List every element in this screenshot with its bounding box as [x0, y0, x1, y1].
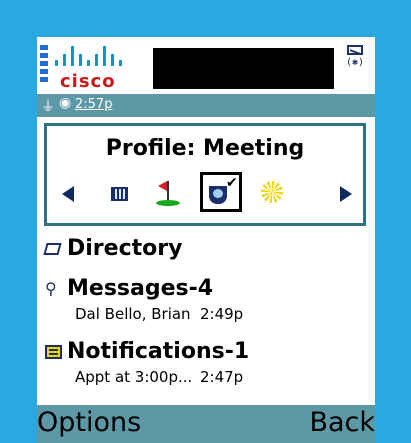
messages-time: 2:49p [200, 305, 244, 323]
softkey-bar: Options Back [37, 405, 375, 443]
messages-icon: ⚲ [45, 279, 57, 298]
back-softkey[interactable]: Back [309, 407, 375, 438]
notifications-subtitle: Appt at 3:00p... [75, 368, 193, 386]
directory-title: Directory [67, 236, 183, 261]
logo-text: cisco [60, 71, 116, 92]
phone-screen: cisco (✱) ⏚ ◉ 2:57p Profile: Meeting ✔ D… [37, 37, 375, 443]
cisco-bars-icon [55, 46, 137, 66]
building-icon[interactable] [105, 178, 135, 208]
header: cisco (✱) [37, 37, 375, 94]
messages-subtitle: Dal Bello, Brian [75, 305, 191, 323]
envelope-icon [347, 45, 363, 55]
status-time: 2:57p [75, 97, 113, 112]
notifications-icon [45, 345, 62, 359]
arrow-right-icon[interactable] [340, 186, 352, 202]
coffee-cup-icon[interactable]: ✔ [200, 172, 242, 212]
redacted-block [153, 48, 334, 89]
antenna-icon: ⏚ [41, 99, 55, 115]
arrow-left-icon[interactable] [62, 186, 74, 202]
clock-icon: ◉ [59, 95, 72, 111]
profile-selector[interactable]: Profile: Meeting ✔ [44, 123, 366, 226]
status-bar: ⏚ ◉ 2:57p [37, 94, 375, 117]
profile-title: Profile: Meeting [105, 136, 305, 161]
message-bluetooth-icon: (✱) [345, 45, 365, 75]
directory-icon [43, 243, 62, 255]
signal-strength-icon [40, 45, 48, 85]
golf-icon[interactable] [153, 178, 183, 208]
cisco-logo: cisco [55, 46, 141, 92]
options-softkey[interactable]: Options [37, 407, 141, 438]
notifications-time: 2:47p [200, 368, 244, 386]
sun-icon[interactable] [257, 178, 287, 208]
notifications-title: Notifications-1 [67, 339, 250, 364]
messages-title: Messages-4 [67, 276, 214, 301]
bluetooth-indicator: (✱) [345, 57, 365, 68]
